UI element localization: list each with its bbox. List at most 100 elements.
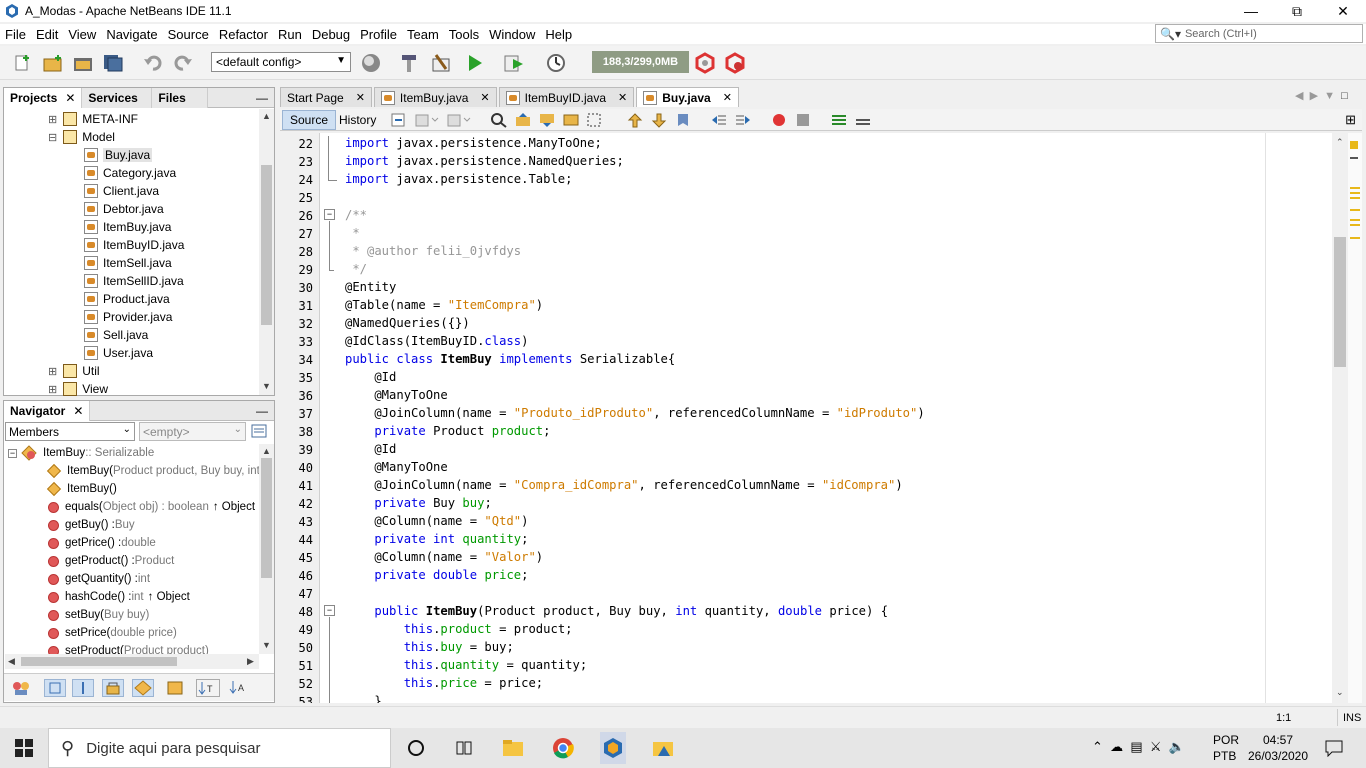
- maximize-button[interactable]: ⧉: [1274, 0, 1320, 22]
- expand-icon[interactable]: ⊞: [48, 383, 57, 396]
- collapse-icon[interactable]: ⊟: [48, 131, 57, 144]
- cortana-icon[interactable]: [404, 736, 428, 760]
- code-line[interactable]: @ManyToOne: [345, 460, 447, 474]
- scroll-left-icon[interactable]: ◀: [8, 656, 15, 667]
- marker[interactable]: [1350, 237, 1360, 239]
- code-line[interactable]: private Buy buy;: [345, 496, 491, 510]
- taskbar-search[interactable]: ⚲ Digite aqui para pesquisar: [48, 728, 391, 768]
- netbeans-taskbar-icon[interactable]: [600, 732, 626, 764]
- inner-classes-icon[interactable]: [132, 679, 154, 697]
- scroll-thumb[interactable]: [261, 165, 272, 325]
- code-line[interactable]: @ManyToOne: [345, 388, 447, 402]
- close-icon[interactable]: ✕: [723, 91, 732, 104]
- stop-macro-icon[interactable]: [794, 112, 812, 128]
- back-icon[interactable]: [414, 112, 440, 128]
- close-icon[interactable]: ✕: [73, 404, 83, 418]
- tree-item[interactable]: ItemBuyID.java: [84, 236, 184, 254]
- code-line[interactable]: private int quantity;: [345, 532, 528, 546]
- clock[interactable]: 04:57 26/03/2020: [1246, 732, 1310, 764]
- member-item[interactable]: setBuy(Buy buy): [48, 606, 149, 624]
- navigator-root[interactable]: − ItemBuy :: Serializable: [8, 444, 154, 462]
- filter-select[interactable]: <empty> ⌄: [139, 422, 246, 441]
- code-line[interactable]: this.price = price;: [345, 676, 543, 690]
- marker[interactable]: [1350, 219, 1360, 221]
- tab-navigator[interactable]: Navigator ✕: [4, 400, 91, 421]
- close-icon[interactable]: ✕: [65, 91, 75, 105]
- sort-alpha-icon[interactable]: A: [228, 679, 250, 698]
- debug-icon[interactable]: [503, 52, 525, 74]
- scroll-right-icon[interactable]: ▶: [247, 656, 254, 667]
- code-line[interactable]: import javax.persistence.NamedQueries;: [345, 154, 624, 168]
- member-item[interactable]: equals(Object obj) : boolean ↑ Object: [48, 498, 255, 516]
- toggle-highlight-icon[interactable]: [562, 112, 580, 128]
- member-item[interactable]: getProduct() : Product: [48, 552, 174, 570]
- member-item[interactable]: hashCode() : int ↑ Object: [48, 588, 190, 606]
- marker[interactable]: [1350, 224, 1360, 226]
- toggle-bookmark-icon[interactable]: [674, 112, 692, 128]
- code-line[interactable]: @IdClass(ItemBuyID.class): [345, 334, 528, 348]
- code-line[interactable]: /**: [345, 208, 367, 222]
- code-line[interactable]: this.product = product;: [345, 622, 573, 636]
- forward-icon[interactable]: [446, 112, 472, 128]
- editor-tab[interactable]: ItemBuy.java ✕: [373, 87, 497, 107]
- tab-nav-icons[interactable]: ◀ ▶ ▼ □: [1295, 89, 1348, 102]
- tree-item[interactable]: ItemSell.java: [84, 254, 172, 272]
- code-line[interactable]: import javax.persistence.Table;: [345, 172, 572, 186]
- next-bookmark-icon[interactable]: [650, 112, 668, 128]
- scroll-up-icon[interactable]: ▲: [262, 446, 271, 456]
- tree-item[interactable]: Debtor.java: [84, 200, 164, 218]
- code-line[interactable]: import javax.persistence.ManyToOne;: [345, 136, 602, 150]
- close-icon[interactable]: ✕: [618, 91, 627, 104]
- language-indicator[interactable]: POR PTB: [1213, 732, 1239, 764]
- tree-item[interactable]: Product.java: [84, 290, 170, 308]
- tree-item[interactable]: ⊞ View: [48, 380, 108, 398]
- close-icon[interactable]: ✕: [480, 91, 489, 104]
- code-line[interactable]: @Id: [345, 370, 396, 384]
- tree-item[interactable]: Category.java: [84, 164, 176, 182]
- tree-item[interactable]: Client.java: [84, 182, 159, 200]
- scroll-up-icon[interactable]: ⌃: [1336, 137, 1344, 148]
- tree-item[interactable]: User.java: [84, 344, 153, 362]
- menu-item[interactable]: Edit: [31, 27, 63, 42]
- tree-item[interactable]: ⊞ META-INF: [48, 110, 138, 128]
- code-line[interactable]: this.buy = buy;: [345, 640, 514, 654]
- tree-item[interactable]: ⊟ Model: [48, 128, 115, 146]
- comment-icon[interactable]: [830, 112, 848, 128]
- member-item[interactable]: getBuy() : Buy: [48, 516, 135, 534]
- code-editor[interactable]: 22 23 24 25 26 27 28 29 30 31 32 33 34 35 36 37 38 39 40 41…: [280, 133, 1362, 703]
- code-line[interactable]: public ItemBuy(Product product, Buy buy,…: [345, 604, 888, 618]
- history-button[interactable]: History: [332, 110, 383, 130]
- profile-icon[interactable]: [545, 52, 567, 74]
- expand-icon[interactable]: ⊞: [48, 113, 57, 126]
- marker[interactable]: [1350, 187, 1360, 189]
- members-select[interactable]: Members ⌄: [5, 422, 135, 441]
- build-hammer-icon[interactable]: [398, 52, 420, 74]
- tray-icons[interactable]: ⌃ ☁ ▤ ⚔ 🔈: [1092, 739, 1185, 755]
- menu-item[interactable]: Refactor: [214, 27, 273, 42]
- menu-item[interactable]: Help: [540, 27, 577, 42]
- shift-left-icon[interactable]: [710, 112, 728, 128]
- code-line[interactable]: @NamedQueries({}): [345, 316, 470, 330]
- config-select[interactable]: <default config> ▼: [211, 52, 351, 72]
- windows-start-icon[interactable]: [12, 736, 36, 760]
- tree-item[interactable]: Buy.java: [84, 146, 153, 164]
- run-icon[interactable]: [464, 52, 486, 74]
- task-view-icon[interactable]: [452, 736, 476, 760]
- find-previous-icon[interactable]: [514, 112, 532, 128]
- marker[interactable]: [1350, 197, 1360, 199]
- member-item[interactable]: getPrice() : double: [48, 534, 156, 552]
- code-line[interactable]: */: [345, 262, 367, 276]
- minimize-button[interactable]: —: [1228, 0, 1274, 22]
- member-item[interactable]: ItemBuy(): [46, 480, 117, 498]
- scroll-down-icon[interactable]: ⌄: [1336, 687, 1344, 698]
- fold-toggle-icon[interactable]: −: [324, 209, 335, 220]
- fold-toggle-icon[interactable]: −: [324, 605, 335, 616]
- tree-item[interactable]: Sell.java: [84, 326, 148, 344]
- find-next-icon[interactable]: [538, 112, 556, 128]
- find-icon[interactable]: [490, 112, 508, 128]
- warning-marker[interactable]: [1350, 141, 1358, 149]
- code-line[interactable]: * @author felii_0jvfdys: [345, 244, 521, 258]
- history-icon[interactable]: [250, 422, 268, 440]
- open-project-icon[interactable]: [72, 52, 94, 74]
- code-line[interactable]: @JoinColumn(name = "Compra_idCompra", re…: [345, 478, 902, 492]
